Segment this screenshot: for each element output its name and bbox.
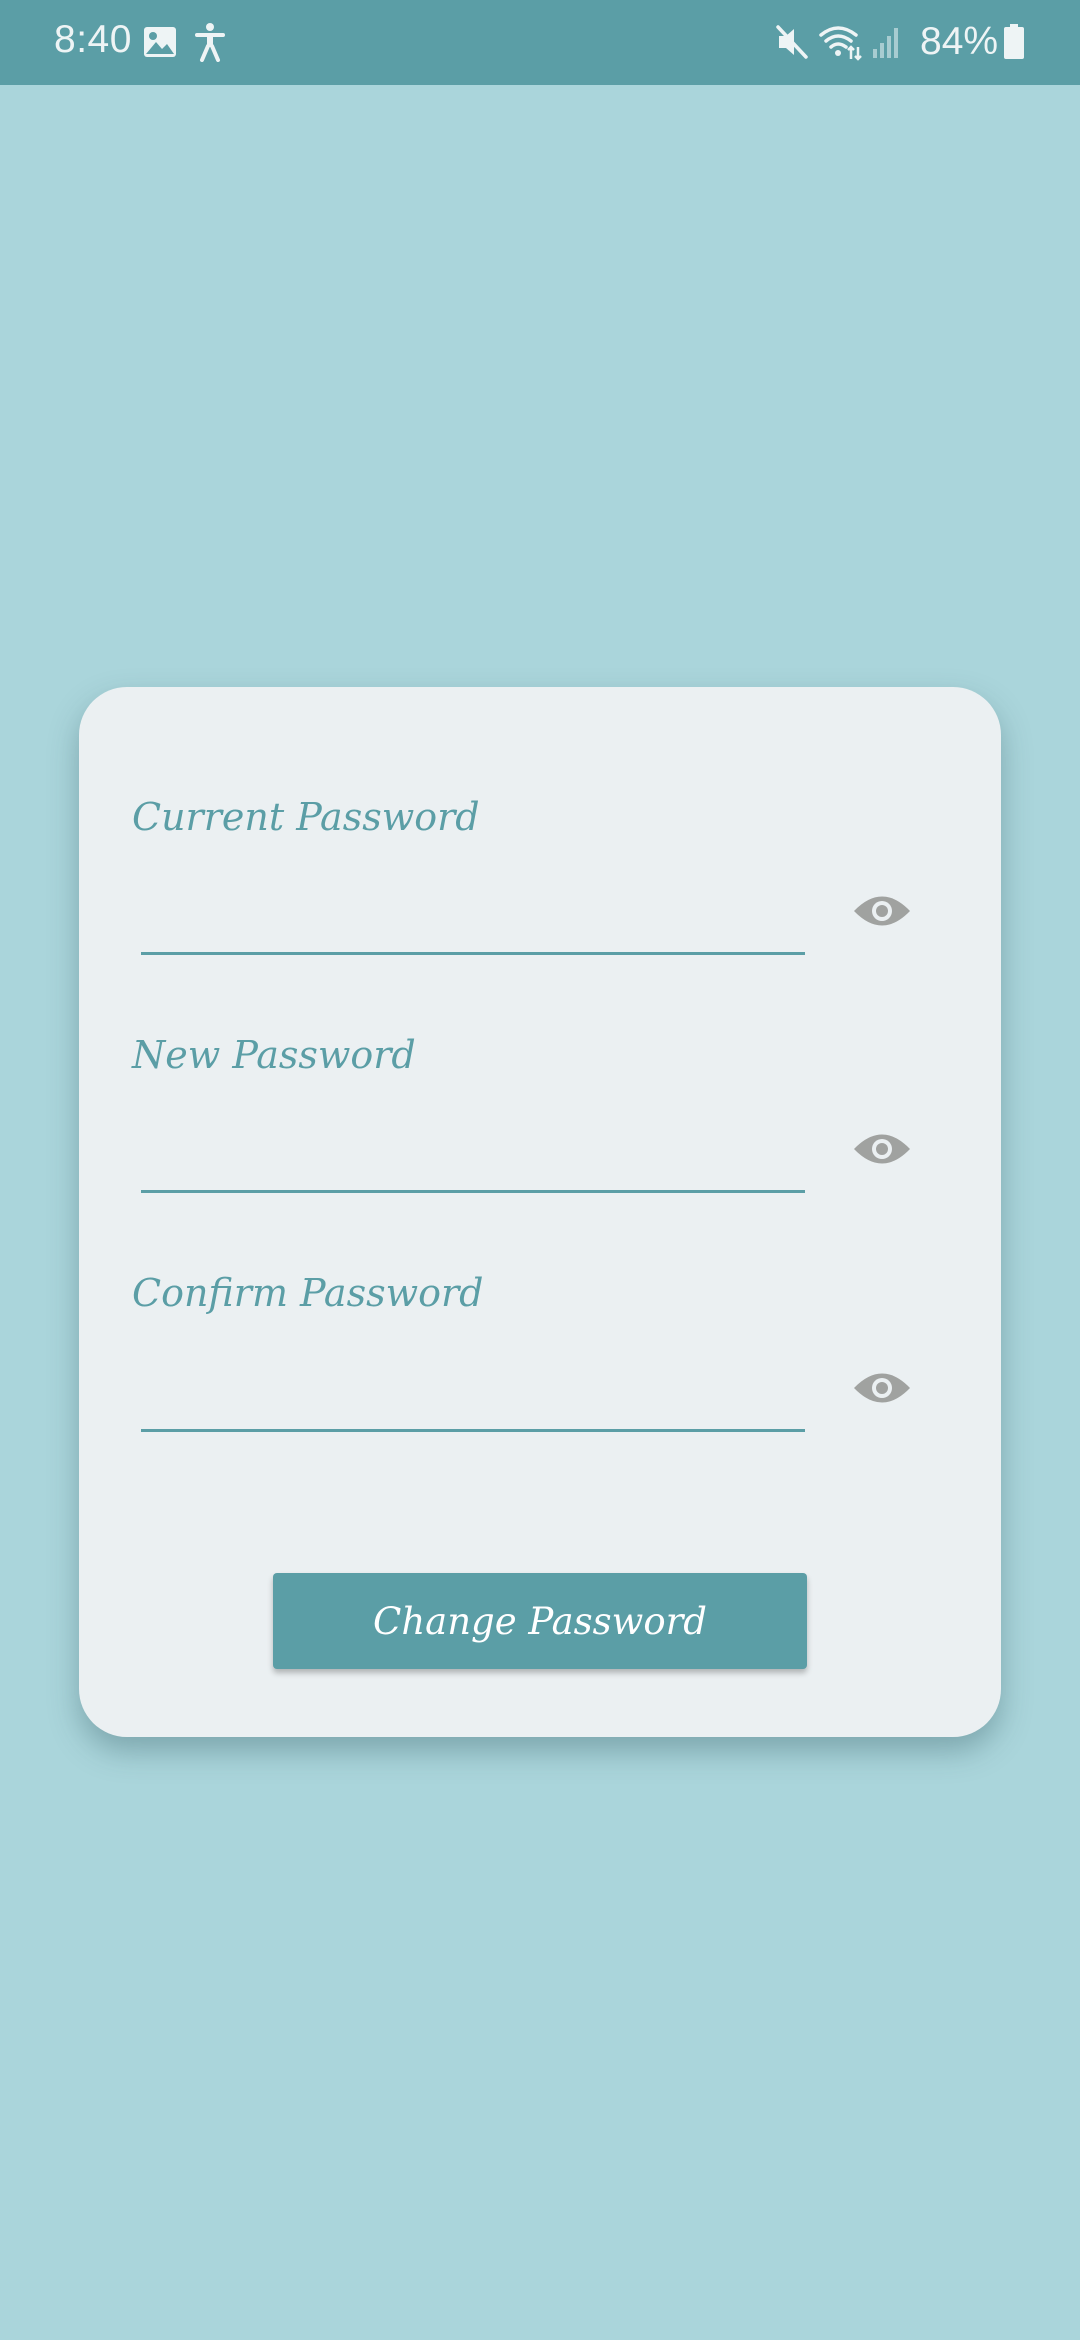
battery-icon: [1004, 24, 1024, 59]
battery-percent: 84%: [920, 20, 999, 63]
image-icon: [144, 27, 176, 57]
status-time: 8:40: [54, 18, 132, 61]
eye-icon[interactable]: [852, 1128, 912, 1170]
change-password-card: Current Password New Password Confirm Pa…: [79, 687, 1001, 1737]
change-password-button[interactable]: Change Password: [273, 1573, 807, 1669]
confirm-password-input[interactable]: [141, 1370, 805, 1432]
current-password-label: Current Password: [132, 795, 480, 839]
accessibility-icon: [195, 23, 225, 62]
eye-icon[interactable]: [852, 1367, 912, 1409]
confirm-password-label: Confirm Password: [132, 1271, 484, 1315]
new-password-input[interactable]: [141, 1131, 805, 1193]
mute-icon: [776, 25, 808, 59]
wifi-icon: [819, 26, 862, 61]
eye-icon[interactable]: [852, 890, 912, 932]
signal-icon: [873, 28, 898, 58]
status-bar: 8:40 84%: [0, 0, 1080, 85]
new-password-label: New Password: [132, 1033, 416, 1077]
current-password-input[interactable]: [141, 893, 805, 955]
